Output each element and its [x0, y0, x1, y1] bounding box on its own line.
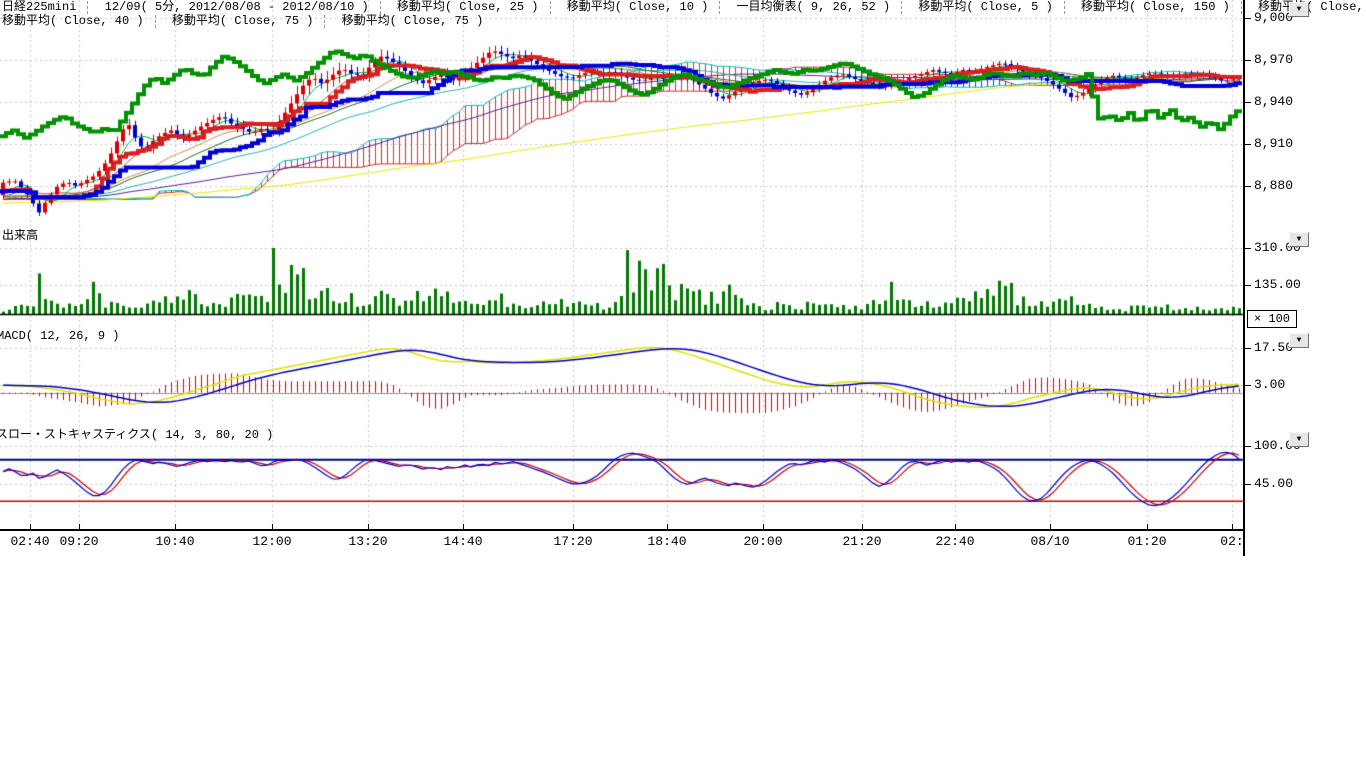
x-axis-label: 02:40: [10, 535, 49, 549]
indicator-label-ma40[interactable]: 移動平均( Close, 40 ): [2, 15, 156, 28]
pane-scale-dropdown-button[interactable]: ▼: [1289, 432, 1309, 447]
y-axis-label: 8,880: [1254, 179, 1293, 193]
y-axis-label: 135.00: [1254, 278, 1301, 292]
x-axis-label: 08/10: [1030, 535, 1069, 549]
x-axis-tick: [368, 524, 369, 529]
indicator-label-ma20[interactable]: 移動平均( Close, 20 ): [1258, 1, 1366, 14]
y-axis-tick: [1245, 484, 1251, 485]
x-axis-label: 14:40: [443, 535, 482, 549]
indicator-label-ma10[interactable]: 移動平均( Close, 10 ): [567, 1, 721, 14]
time-axis: 02:40 09:20 10:40 12:00 13:20 14:40 17:20 18:40…: [0, 0, 1244, 556]
y-axis-tick: [1245, 186, 1251, 187]
y-axis-label: 3.00: [1254, 378, 1285, 392]
y-axis-tick: [1245, 144, 1251, 145]
x-axis-tick: [272, 524, 273, 529]
x-axis-tick: [1232, 524, 1233, 529]
x-axis-tick: [79, 524, 80, 529]
y-axis-tick: [1245, 285, 1251, 286]
x-axis-tick: [30, 524, 31, 529]
indicator-header-row-2: 移動平均( Close, 40 ) 移動平均( Close, 75 ) 移動平均…: [2, 15, 503, 28]
x-axis-tick: [175, 524, 176, 529]
x-axis-label: 02:: [1220, 535, 1243, 549]
x-axis-label: 22:40: [935, 535, 974, 549]
x-axis-tick: [763, 524, 764, 529]
chevron-down-icon: ▼: [1297, 6, 1302, 14]
y-axis-tick: [1245, 446, 1251, 447]
x-axis-label: 01:20: [1127, 535, 1166, 549]
x-axis-tick: [1147, 524, 1148, 529]
indicator-label-ichimoku[interactable]: 一目均衡表( 9, 26, 52 ): [737, 1, 903, 14]
indicator-label-ma5[interactable]: 移動平均( Close, 5 ): [918, 1, 1064, 14]
x-axis-tick: [667, 524, 668, 529]
indicator-label-ma25[interactable]: 移動平均( Close, 25 ): [397, 1, 551, 14]
x-axis-label: 21:20: [842, 535, 881, 549]
x-axis-label: 13:20: [348, 535, 387, 549]
x-axis-tick: [1050, 524, 1051, 529]
indicator-label-ma75b[interactable]: 移動平均( Close, 75 ): [342, 15, 495, 28]
volume-multiplier-box: × 100: [1247, 310, 1297, 328]
indicator-label-ma150[interactable]: 移動平均( Close, 150 ): [1081, 1, 1242, 14]
y-axis-tick: [1245, 385, 1251, 386]
y-axis-tick: [1245, 348, 1251, 349]
chevron-down-icon: ▼: [1297, 337, 1302, 345]
y-axis-tick: [1245, 102, 1251, 103]
indicator-label-ma75[interactable]: 移動平均( Close, 75 ): [172, 15, 326, 28]
pane-scale-dropdown-button[interactable]: ▼: [1289, 333, 1309, 348]
x-axis-label: 20:00: [743, 535, 782, 549]
x-axis-label: 18:40: [647, 535, 686, 549]
x-axis-label: 12:00: [252, 535, 291, 549]
x-axis-label: 10:40: [155, 535, 194, 549]
instrument-title: 日経225mini: [2, 1, 88, 14]
y-axis-label: 8,940: [1254, 95, 1293, 109]
y-axis-label: 8,970: [1254, 53, 1293, 67]
period-label: 12/09( 5分, 2012/08/08 - 2012/08/10 ): [105, 1, 381, 14]
y-axis-tick: [1245, 18, 1251, 19]
x-axis-label: 09:20: [59, 535, 98, 549]
x-axis-label: 17:20: [553, 535, 592, 549]
chevron-down-icon: ▼: [1297, 436, 1302, 444]
x-axis-tick: [955, 524, 956, 529]
stochastics-pane-label: スロー・ストキャスティクス( 14, 3, 80, 20 ): [0, 429, 273, 442]
y-axis-tick: [1245, 248, 1251, 249]
chevron-down-icon: ▼: [1297, 236, 1302, 244]
pane-scale-dropdown-button[interactable]: ▼: [1289, 2, 1309, 17]
indicator-header-row-1: 日経225mini 12/09( 5分, 2012/08/08 - 2012/0…: [2, 1, 1366, 14]
y-axis-label: 45.00: [1254, 477, 1293, 491]
x-axis-tick: [862, 524, 863, 529]
y-axis-label: 17.50: [1254, 341, 1293, 355]
y-axis-label: 8,910: [1254, 137, 1293, 151]
macd-pane-label: MACD( 12, 26, 9 ): [0, 330, 119, 343]
volume-pane-label: 出来高: [2, 230, 38, 243]
chart-application-window: 日経225mini 12/09( 5分, 2012/08/08 - 2012/0…: [0, 0, 1366, 768]
pane-scale-dropdown-button[interactable]: ▼: [1289, 232, 1309, 247]
x-axis-tick: [573, 524, 574, 529]
y-axis-tick: [1245, 60, 1251, 61]
x-axis-tick: [463, 524, 464, 529]
